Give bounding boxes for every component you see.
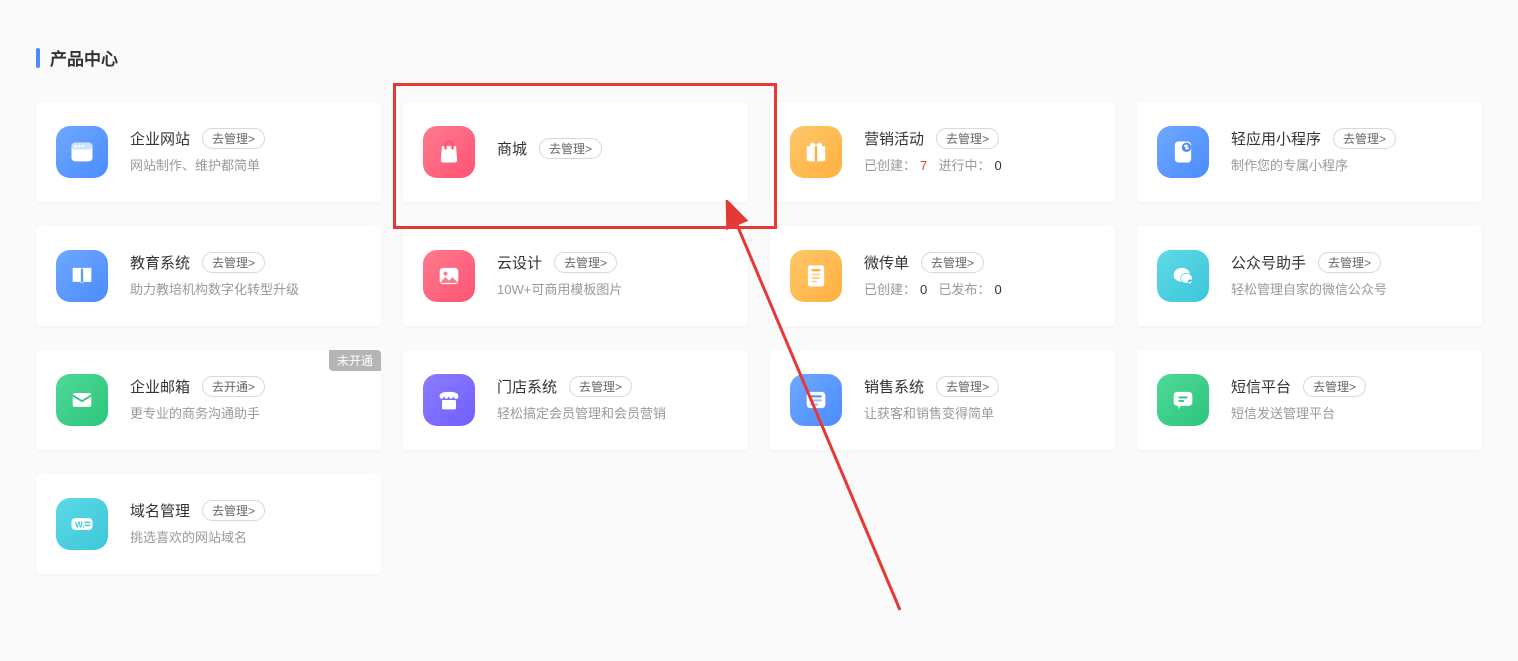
card-title: 公众号助手 <box>1231 252 1306 273</box>
card-desc: 短信发送管理平台 <box>1231 405 1462 423</box>
image-icon <box>423 250 475 302</box>
card-title: 云设计 <box>497 252 542 273</box>
card-store-system[interactable]: 门店系统 去管理> 轻松搞定会员管理和会员营销 <box>403 350 748 450</box>
card-title: 商城 <box>497 138 527 159</box>
status-tag: 未开通 <box>329 350 381 371</box>
card-title: 域名管理 <box>130 500 190 521</box>
card-desc: 制作您的专属小程序 <box>1231 157 1462 175</box>
stat-label: 已发布： <box>938 282 990 297</box>
card-desc: 助力教培机构数字化转型升级 <box>130 281 361 299</box>
mail-icon <box>56 374 108 426</box>
stat-value: 0 <box>995 158 1002 173</box>
stat-value: 0 <box>995 282 1002 297</box>
card-title: 营销活动 <box>864 128 924 149</box>
header-accent-bar <box>36 48 40 68</box>
flyer-icon <box>790 250 842 302</box>
stat-label: 已创建： <box>864 282 916 297</box>
store-icon <box>423 374 475 426</box>
section-header: 产品中心 <box>36 45 1482 70</box>
gift-icon <box>790 126 842 178</box>
card-desc: 挑选喜欢的网站域名 <box>130 529 361 547</box>
manage-button[interactable]: 去管理> <box>936 376 999 397</box>
stat-value: 0 <box>920 282 927 297</box>
card-mini-program[interactable]: 轻应用小程序 去管理> 制作您的专属小程序 <box>1137 102 1482 202</box>
card-desc: 轻松搞定会员管理和会员营销 <box>497 405 728 423</box>
manage-button[interactable]: 去管理> <box>936 128 999 149</box>
card-enterprise-website[interactable]: 企业网站 去管理> 网站制作、维护都简单 <box>36 102 381 202</box>
card-enterprise-mail[interactable]: 未开通 企业邮箱 去开通> 更专业的商务沟通助手 <box>36 350 381 450</box>
book-icon <box>56 250 108 302</box>
manage-button[interactable]: 去管理> <box>202 128 265 149</box>
card-desc: 更专业的商务沟通助手 <box>130 405 361 423</box>
domain-icon: W. <box>56 498 108 550</box>
card-title: 微传单 <box>864 252 909 273</box>
stat-label: 已创建： <box>864 158 916 173</box>
shopping-bag-icon <box>423 126 475 178</box>
manage-button[interactable]: 去管理> <box>539 138 602 159</box>
card-title: 销售系统 <box>864 376 924 397</box>
card-domain-management[interactable]: W. 域名管理 去管理> 挑选喜欢的网站域名 <box>36 474 381 574</box>
card-mall[interactable]: 商城 去管理> <box>403 102 748 202</box>
card-stats: 已创建： 7 进行中： 0 <box>864 157 1095 175</box>
card-title: 教育系统 <box>130 252 190 273</box>
card-sales-system[interactable]: 销售系统 去管理> 让获客和销售变得简单 <box>770 350 1115 450</box>
card-title: 轻应用小程序 <box>1231 128 1321 149</box>
card-title: 企业网站 <box>130 128 190 149</box>
card-desc: 让获客和销售变得简单 <box>864 405 1095 423</box>
manage-button[interactable]: 去管理> <box>1318 252 1381 273</box>
manage-button[interactable]: 去管理> <box>202 500 265 521</box>
manage-button[interactable]: 去管理> <box>554 252 617 273</box>
card-sms-platform[interactable]: 短信平台 去管理> 短信发送管理平台 <box>1137 350 1482 450</box>
card-education[interactable]: 教育系统 去管理> 助力教培机构数字化转型升级 <box>36 226 381 326</box>
card-title: 短信平台 <box>1231 376 1291 397</box>
card-wechat-assistant[interactable]: 公众号助手 去管理> 轻松管理自家的微信公众号 <box>1137 226 1482 326</box>
card-title: 门店系统 <box>497 376 557 397</box>
section-title: 产品中心 <box>50 45 118 70</box>
card-desc: 10W+可商用模板图片 <box>497 281 728 299</box>
card-marketing[interactable]: 营销活动 去管理> 已创建： 7 进行中： 0 <box>770 102 1115 202</box>
card-title: 企业邮箱 <box>130 376 190 397</box>
manage-button[interactable]: 去管理> <box>921 252 984 273</box>
manage-button[interactable]: 去管理> <box>1333 128 1396 149</box>
mini-program-icon <box>1157 126 1209 178</box>
card-cloud-design[interactable]: 云设计 去管理> 10W+可商用模板图片 <box>403 226 748 326</box>
stat-label: 进行中： <box>938 158 990 173</box>
activate-button[interactable]: 去开通> <box>202 376 265 397</box>
stat-value: 7 <box>920 158 927 173</box>
list-icon <box>790 374 842 426</box>
card-wei-flyer[interactable]: 微传单 去管理> 已创建： 0 已发布： 0 <box>770 226 1115 326</box>
svg-text:W.: W. <box>75 521 85 530</box>
manage-button[interactable]: 去管理> <box>202 252 265 273</box>
message-icon <box>1157 374 1209 426</box>
manage-button[interactable]: 去管理> <box>569 376 632 397</box>
product-grid: 企业网站 去管理> 网站制作、维护都简单 商城 去管理> <box>36 102 1482 574</box>
window-icon <box>56 126 108 178</box>
card-desc: 轻松管理自家的微信公众号 <box>1231 281 1462 299</box>
wechat-icon <box>1157 250 1209 302</box>
card-desc: 网站制作、维护都简单 <box>130 157 361 175</box>
card-stats: 已创建： 0 已发布： 0 <box>864 281 1095 299</box>
manage-button[interactable]: 去管理> <box>1303 376 1366 397</box>
